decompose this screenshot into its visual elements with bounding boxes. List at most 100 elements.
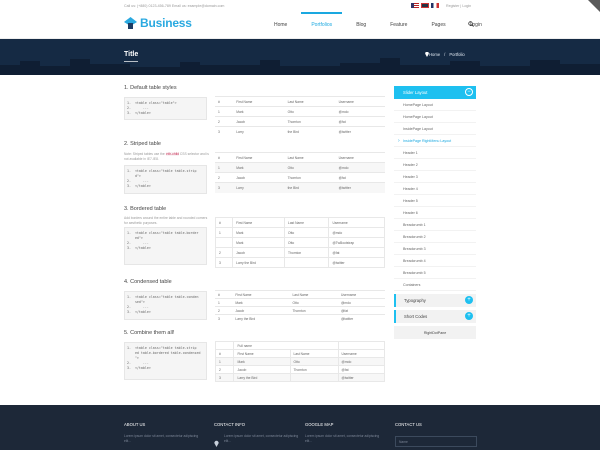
sidebar-heading[interactable]: Slider Layout −: [394, 86, 476, 99]
table-cell: [289, 373, 339, 382]
sidebar-item[interactable]: InsidePage Layout: [394, 123, 476, 135]
sidebar-item[interactable]: Containers: [394, 279, 476, 291]
table-cell: the Bird: [284, 126, 336, 137]
table-cell: Jacob: [232, 306, 290, 315]
nav-login[interactable]: Login: [458, 22, 494, 37]
sidebar-item[interactable]: Header 4: [394, 183, 476, 195]
table-cell: Otto: [284, 162, 336, 173]
expand-icon[interactable]: +: [465, 312, 473, 320]
sidebar-item[interactable]: HomePage Layout: [394, 99, 476, 111]
auth-links: Register | Login: [446, 4, 471, 8]
table-cell: Thornton: [284, 247, 330, 258]
table-cell: Thornton: [284, 172, 336, 183]
sidebar-item[interactable]: Header 1: [394, 147, 476, 159]
sidebar-item[interactable]: InsidePage RightMenu Layout: [394, 135, 476, 147]
table-row: 2 Jacob Thornton @fat: [215, 306, 385, 315]
table-cell: Jacob: [232, 247, 286, 258]
table-cell: Thornton: [289, 306, 339, 315]
table-row: 1 Mark Otto @mdo: [215, 106, 385, 117]
table-header-cell: Username: [328, 217, 385, 228]
table-row: 3 Larry the Bird @twitter: [214, 373, 386, 382]
table-row: Mark Otto @TwBootstrap: [214, 237, 385, 248]
section-note: Add borders around the entire table and …: [124, 216, 208, 225]
fr-flag-icon[interactable]: [431, 3, 439, 8]
table-cell: @mdo: [335, 162, 385, 173]
section-title: 3. Bordered table: [124, 206, 167, 212]
nav-home[interactable]: Home: [262, 22, 299, 37]
sidebar-item[interactable]: Header 3: [394, 171, 476, 183]
sidebar-item[interactable]: Breadcrumb 5: [394, 267, 476, 279]
table-cell: the Bird: [284, 182, 336, 193]
sidebar-list: HomePage Layout HomePage Layout InsidePage…: [394, 99, 476, 291]
table-cell: @mdo: [328, 227, 385, 238]
nav-feature[interactable]: Feature: [378, 22, 419, 37]
nav-pages[interactable]: Pages: [419, 22, 457, 37]
table-header-cell: #: [215, 96, 234, 107]
footer-name-input[interactable]: Name: [395, 436, 477, 447]
typography-panel[interactable]: Typography +: [394, 294, 476, 307]
us-flag-icon[interactable]: [411, 3, 419, 8]
collapse-icon[interactable]: −: [465, 88, 473, 96]
table-header-cell: First Name: [233, 152, 285, 163]
condensed-table: # First Name Last Name Username 1 Mark Otto @md…: [215, 290, 385, 323]
table-cell: 1: [214, 357, 235, 366]
table-row: 3 Larry the Bird @twitter: [214, 257, 385, 268]
nav-portfolios[interactable]: Portfolios: [299, 12, 344, 37]
table-cell: Thornton: [289, 365, 339, 374]
footer-map-heading: GOOGLE MAP: [305, 422, 334, 427]
code-snippet: 1. <table class="table table-strip ed ta…: [124, 342, 207, 380]
striped-table: # First Name Last Name Username 1 Mark Otto @md…: [215, 152, 385, 193]
table-row: 2 Jacob Thornton @fat: [214, 365, 386, 374]
page-banner: Title Home / Portfolio: [0, 39, 600, 75]
sidebar-item[interactable]: Breadcrumb 4: [394, 255, 476, 267]
sidebar-item[interactable]: Header 6: [394, 207, 476, 219]
table-cell: 2: [215, 172, 234, 183]
main-content: 1. Default table styles 1. <table class=…: [124, 85, 386, 395]
table-cell: 3: [214, 373, 235, 382]
sidebar-item[interactable]: Breadcrumb 1: [394, 219, 476, 231]
table-header-cell: Username: [337, 349, 386, 358]
table-cell: Otto: [289, 298, 339, 307]
table-cell: Thornton: [284, 116, 336, 127]
sidebar-item[interactable]: Breadcrumb 3: [394, 243, 476, 255]
table-header-cell: [214, 341, 235, 350]
table-row: 1 Mark Otto @mdo: [214, 227, 385, 238]
combined-table: Full name # First Name Last Name Username 1 Ma…: [214, 341, 386, 382]
nav-blog[interactable]: Blog: [344, 22, 378, 37]
footer-map-text: Lorem ipsum dolor sit amet, consectetur …: [305, 434, 380, 443]
table-cell: Mark: [233, 106, 285, 117]
search-icon[interactable]: [468, 21, 474, 29]
table-cell: 3: [215, 126, 234, 137]
table-cell: @fat: [328, 247, 385, 258]
code-snippet: 1. <table class="table table-border ed">…: [124, 227, 207, 265]
table-cell: @twitter: [328, 257, 385, 268]
page-title: Title: [124, 51, 139, 58]
uk-flag-icon[interactable]: [421, 3, 429, 8]
breadcrumb-home[interactable]: Home: [429, 52, 440, 57]
short-codes-panel[interactable]: Short Codes +: [394, 310, 476, 323]
code-snippet: 1. <table class="table table-conden sed"…: [124, 291, 207, 320]
logo[interactable]: Business: [124, 16, 192, 30]
register-link[interactable]: Register: [446, 4, 459, 8]
sidebar-item[interactable]: Breadcrumb 2: [394, 231, 476, 243]
table-cell: Mark: [232, 237, 286, 248]
footer-about-text: Lorem ipsum dolor sit amet, consectetur …: [124, 434, 199, 443]
sidebar-item[interactable]: Header 5: [394, 195, 476, 207]
table-header-cell: First Name: [233, 96, 285, 107]
table-header-cell: [337, 341, 386, 350]
right-dot-pane[interactable]: RightDotPane: [394, 326, 476, 339]
expand-icon[interactable]: +: [465, 296, 473, 304]
section-title: 1. Default table styles: [124, 85, 177, 91]
sidebar-item[interactable]: Header 2: [394, 159, 476, 171]
sidebar-item[interactable]: HomePage Layout: [394, 111, 476, 123]
footer-contact-text: Lorem ipsum dolor sit amet, consectetur …: [224, 434, 299, 443]
table-cell: @mdo: [338, 298, 385, 307]
table-cell: 1: [214, 227, 234, 238]
table-header-cell: #: [214, 217, 234, 228]
table-cell: 2: [215, 116, 234, 127]
table-header-cell: First Name: [232, 290, 290, 299]
login-link[interactable]: Login: [462, 4, 471, 8]
breadcrumb-current: Portfolio: [449, 52, 465, 57]
sidebar: Slider Layout − HomePage Layout HomePage …: [394, 86, 476, 339]
table-header-cell: #: [214, 349, 235, 358]
